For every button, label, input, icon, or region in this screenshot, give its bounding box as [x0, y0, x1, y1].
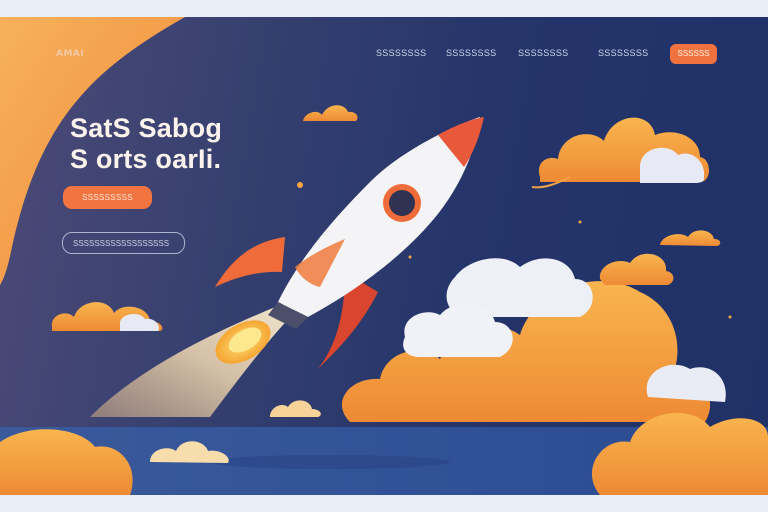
rocket-fin-left — [215, 237, 285, 287]
cloud-bottom-center-2 — [270, 400, 321, 417]
cloud-mid-right — [660, 230, 721, 246]
nav-link-1[interactable]: SSSSSSSS — [376, 48, 426, 58]
cloud-mid-right-2 — [599, 253, 674, 285]
nav-link-3[interactable]: SSSSSSSS — [518, 48, 568, 58]
hero-title-line-1: SatS Sabog — [70, 113, 223, 143]
primary-cta-button[interactable]: SSSSSSSSS — [63, 186, 152, 209]
hero-illustration — [0, 17, 768, 495]
hero-title-line-2: S orts oarIi. — [70, 144, 222, 174]
header-cta-button[interactable]: SSSSSS — [670, 44, 717, 64]
brand-logo[interactable]: AMAI — [56, 49, 84, 59]
cloud-bottom-right — [591, 412, 768, 495]
email-input[interactable] — [62, 232, 185, 254]
hero-title: SatS Sabog S orts oarIi. — [70, 113, 290, 175]
nav-link-4[interactable]: SSSSSSSS — [598, 48, 648, 58]
landing-page: AMAI SSSSSSSS SSSSSSSS SSSSSSSS SSSSSSSS… — [0, 17, 768, 495]
nav-link-2[interactable]: SSSSSSSS — [446, 48, 496, 58]
cloud-small-top — [303, 105, 358, 121]
